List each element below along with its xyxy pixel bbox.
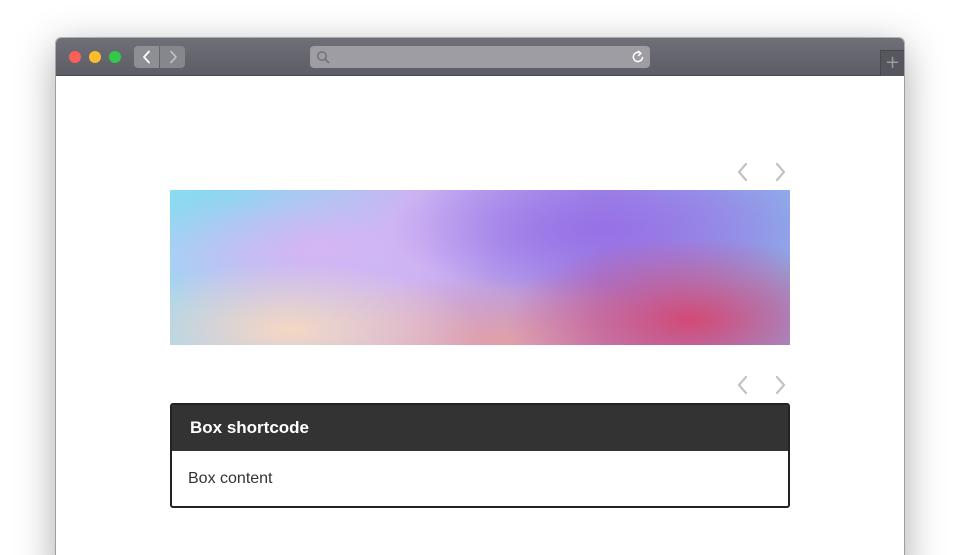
- page-content: Box shortcode Box content: [56, 76, 904, 555]
- minimize-window-button[interactable]: [89, 51, 101, 63]
- browser-forward-button[interactable]: [160, 46, 185, 68]
- close-window-button[interactable]: [69, 51, 81, 63]
- gradient-banner-image: [170, 190, 790, 345]
- slider-next-button[interactable]: [770, 160, 790, 184]
- box-title: Box shortcode: [172, 405, 788, 451]
- browser-titlebar: +: [56, 38, 904, 76]
- new-tab-button[interactable]: +: [880, 50, 904, 76]
- chevron-left-icon: [737, 375, 748, 395]
- address-bar[interactable]: [310, 46, 650, 68]
- chevron-left-icon: [737, 162, 748, 182]
- browser-back-button[interactable]: [134, 46, 159, 68]
- zoom-window-button[interactable]: [109, 51, 121, 63]
- chevron-left-icon: [142, 50, 150, 64]
- reload-icon[interactable]: [631, 49, 645, 69]
- search-icon: [316, 50, 330, 69]
- box-shortcode: Box shortcode Box content: [170, 403, 790, 508]
- box-content: Box content: [188, 470, 273, 487]
- slider-navigation: [733, 160, 793, 184]
- chevron-right-icon: [169, 50, 177, 64]
- chevron-right-icon: [775, 162, 786, 182]
- browser-window: + Box shortcode Box content: [56, 38, 904, 555]
- box-slider-prev-button[interactable]: [733, 373, 753, 397]
- chevron-right-icon: [775, 375, 786, 395]
- slider-prev-button[interactable]: [733, 160, 753, 184]
- box-slider-navigation: [733, 373, 793, 397]
- box-slider-next-button[interactable]: [770, 373, 790, 397]
